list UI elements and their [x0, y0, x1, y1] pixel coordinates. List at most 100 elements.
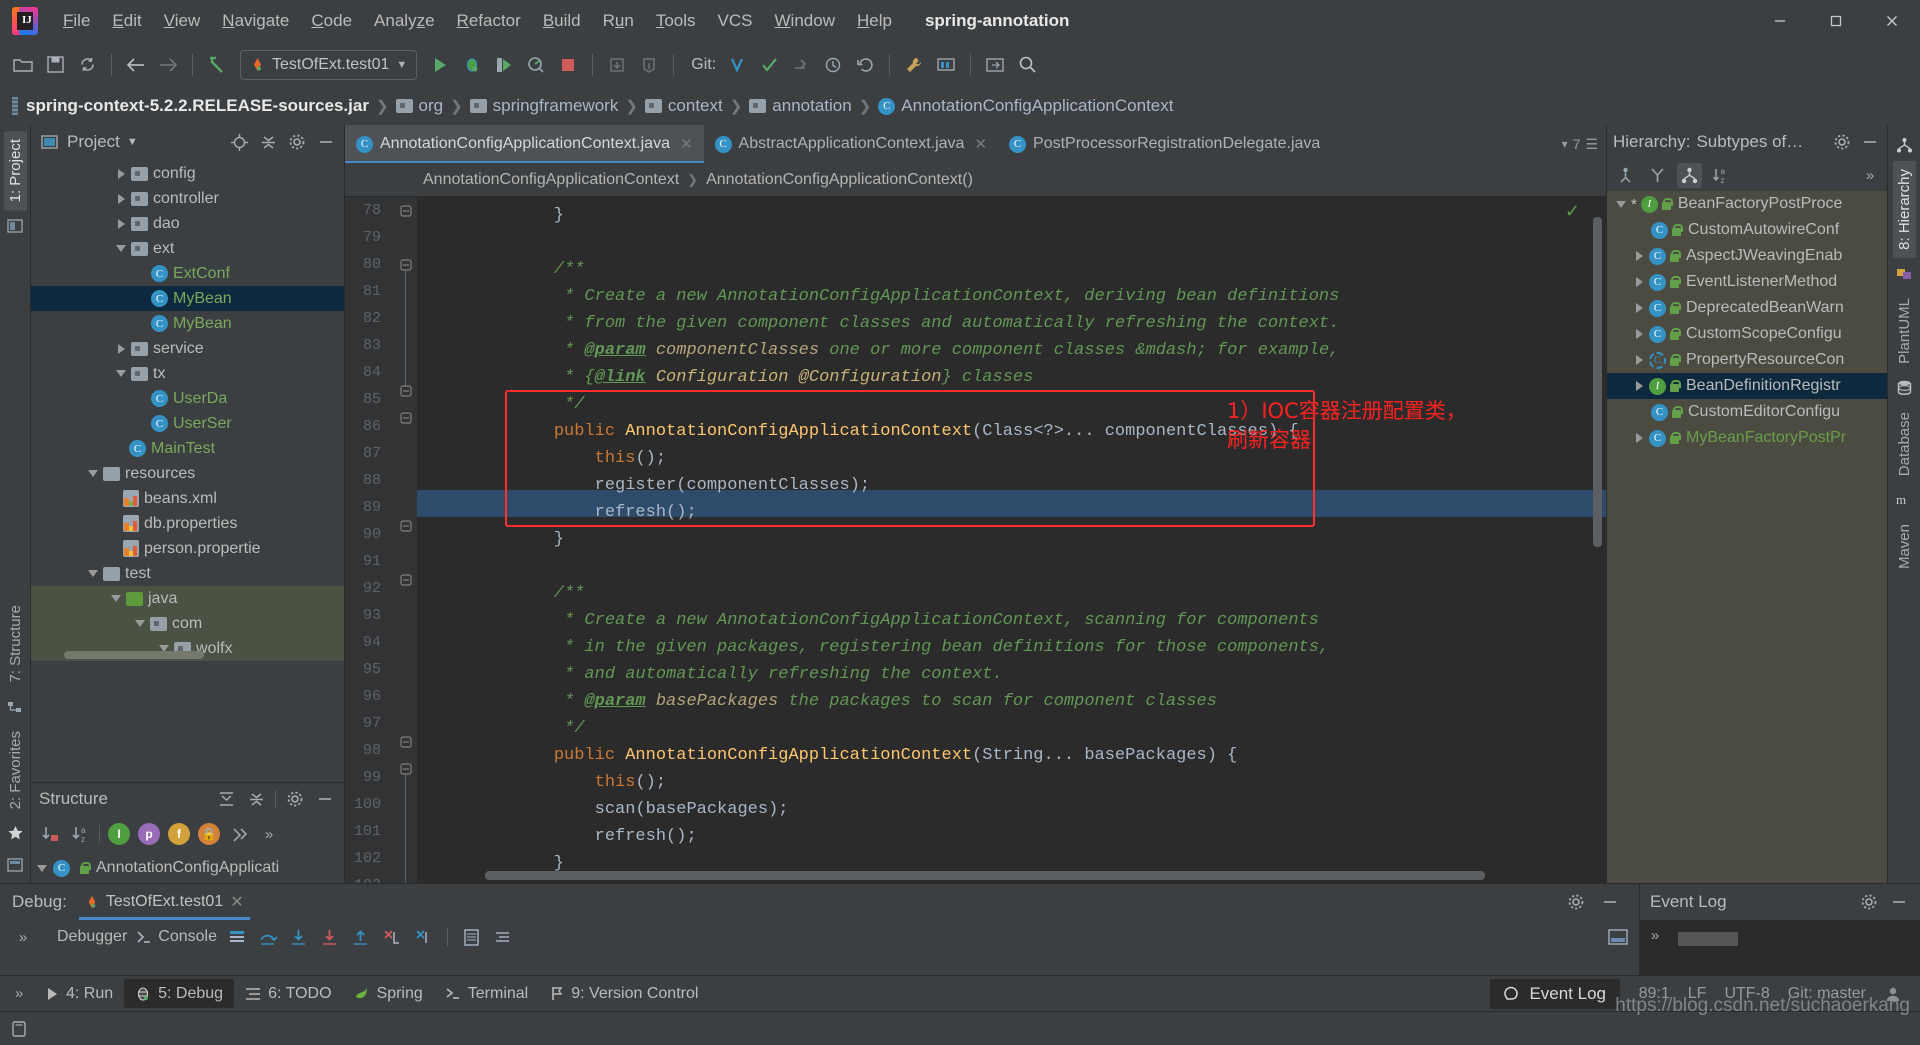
menu-code[interactable]: Code: [300, 8, 363, 34]
expand-arrow-icon[interactable]: [111, 218, 131, 229]
debug-tab-console[interactable]: Console: [136, 928, 217, 946]
evaluate-icon[interactable]: [461, 926, 483, 948]
sidebar-tab-project[interactable]: 1: Project: [3, 131, 27, 211]
menu-analyze[interactable]: Analyze: [363, 8, 446, 34]
collapse-arrow-icon[interactable]: [83, 470, 103, 477]
breadcrumb-item-context[interactable]: context: [644, 96, 723, 116]
tree-row-resources[interactable]: resources: [31, 461, 344, 486]
run-to-cursor-icon[interactable]: [412, 926, 434, 948]
breadcrumb-item-class[interactable]: C AnnotationConfigApplicationContext: [878, 96, 1173, 116]
tree-row-ext[interactable]: ext: [31, 236, 344, 261]
code-line[interactable]: [417, 553, 513, 580]
hide-icon[interactable]: [1859, 131, 1881, 153]
expand-arrow-icon[interactable]: [1629, 277, 1649, 287]
tree-row-personproperties[interactable]: person.propertie: [31, 536, 344, 561]
code-line[interactable]: }: [417, 202, 564, 229]
step-into-icon[interactable]: [288, 926, 310, 948]
code-line[interactable]: /**: [417, 256, 585, 283]
stop-icon[interactable]: [553, 50, 583, 80]
code-line[interactable]: */: [417, 715, 584, 742]
sort-by-visibility-icon[interactable]: [39, 823, 61, 845]
gear-icon[interactable]: [286, 131, 308, 153]
hierarchy-row-propertyresourceconfigurer[interactable]: C PropertyResourceCon: [1607, 347, 1887, 373]
hierarchy-tree[interactable]: * I BeanFactoryPostProce C CustomAutowir…: [1607, 191, 1887, 883]
editor-breadcrumb-method[interactable]: AnnotationConfigApplicationContext(): [706, 171, 973, 189]
gear-icon[interactable]: [1565, 891, 1587, 913]
tree-row-maintest[interactable]: C MainTest: [31, 436, 344, 461]
locate-target-icon[interactable]: [228, 131, 250, 153]
tree-row-java[interactable]: java: [31, 586, 344, 611]
code-line[interactable]: */: [417, 391, 584, 418]
code-line[interactable]: * and automatically refreshing the conte…: [417, 661, 1003, 688]
sidebar-tab-favorites[interactable]: 2: Favorites: [4, 723, 27, 817]
tool-tab-version-control[interactable]: 9: Version Control: [539, 979, 709, 1008]
tool-tab-todo[interactable]: 6: TODO: [234, 979, 342, 1008]
drop-frame-icon[interactable]: [381, 926, 403, 948]
tool-tab-debug[interactable]: 5: Debug: [124, 979, 235, 1008]
code-line[interactable]: scan(basePackages);: [417, 796, 789, 823]
code-line[interactable]: * Create a new AnnotationConfigApplicati…: [417, 607, 1319, 634]
tree-row-config[interactable]: config: [31, 161, 344, 186]
tree-row-com[interactable]: com: [31, 611, 344, 636]
breadcrumb-item-springframework[interactable]: springframework: [469, 96, 618, 116]
code-line[interactable]: * from the given component classes and a…: [417, 310, 1339, 337]
breadcrumb-item-jar[interactable]: spring-context-5.2.2.RELEASE-sources.jar: [10, 96, 369, 116]
code-line[interactable]: * Create a new AnnotationConfigApplicati…: [417, 283, 1339, 310]
structure-root-node[interactable]: C AnnotationConfigApplicati: [31, 853, 344, 883]
inspection-status-icon[interactable]: ✓: [1565, 201, 1580, 222]
gear-icon[interactable]: [1858, 891, 1880, 913]
event-log-content[interactable]: »: [1640, 920, 1920, 975]
code-line[interactable]: * {@link Configuration @Configuration} c…: [417, 364, 1033, 391]
more-icon[interactable]: »: [8, 983, 30, 1005]
breadcrumb-item-annotation[interactable]: annotation: [749, 96, 852, 116]
watches-icon[interactable]: [492, 926, 514, 948]
editor-hscrollbar[interactable]: [485, 871, 1485, 880]
collapse-arrow-icon[interactable]: [111, 245, 131, 252]
expand-arrow-icon[interactable]: [111, 193, 131, 204]
tree-row-mybean-selected[interactable]: C MyBean: [31, 286, 344, 311]
collapse-arrow-icon[interactable]: [106, 595, 126, 602]
tree-row-dao[interactable]: dao: [31, 211, 344, 236]
hierarchy-row-mybeanfactorypostprocessor[interactable]: C MyBeanFactoryPostPr: [1607, 425, 1887, 451]
editor-vscrollbar[interactable]: [1593, 217, 1602, 547]
tree-row-tx[interactable]: tx: [31, 361, 344, 386]
collapse-arrow-icon[interactable]: [37, 864, 47, 872]
code-line[interactable]: public AnnotationConfigApplicationContex…: [417, 742, 1238, 769]
open-folder-icon[interactable]: [8, 50, 38, 80]
settings-wrench-icon[interactable]: [899, 50, 929, 80]
editor-breadcrumb-class[interactable]: AnnotationConfigApplicationContext: [423, 171, 679, 189]
tree-row-beansxml[interactable]: beans.xml: [31, 486, 344, 511]
expand-all-icon[interactable]: [215, 788, 237, 810]
minimize-button[interactable]: [1752, 0, 1808, 42]
code-line[interactable]: public AnnotationConfigApplicationContex…: [417, 418, 1299, 445]
right-tab-hierarchy[interactable]: 8: Hierarchy: [1892, 161, 1916, 258]
class-hierarchy-icon[interactable]: [1677, 162, 1702, 188]
code-line[interactable]: this();: [417, 445, 666, 472]
expand-arrow-icon[interactable]: [1629, 433, 1649, 443]
sidebar-tab-structure[interactable]: 7: Structure: [4, 597, 27, 691]
more-icon[interactable]: »: [258, 823, 280, 845]
menu-refactor[interactable]: Refactor: [446, 8, 532, 34]
hierarchy-row-beandefinitionregistrypostprocessor[interactable]: I BeanDefinitionRegistr: [1607, 373, 1887, 399]
supertypes-icon[interactable]: [1613, 163, 1638, 188]
layout-icon[interactable]: [226, 926, 248, 948]
right-tab-maven[interactable]: Maven: [1893, 516, 1916, 577]
collapse-arrow-icon[interactable]: [111, 370, 131, 377]
code-line[interactable]: * @param componentClasses one or more co…: [417, 337, 1339, 364]
menu-help[interactable]: Help: [846, 8, 903, 34]
tree-row-mybean2[interactable]: C MyBean: [31, 311, 344, 336]
hierarchy-row-aspectjweavingenabler[interactable]: C AspectJWeavingEnab: [1607, 243, 1887, 269]
debug-tab-debugger[interactable]: Debugger: [57, 928, 127, 946]
menu-run[interactable]: Run: [592, 8, 645, 34]
code-line[interactable]: refresh();: [417, 499, 697, 526]
tab-postprocessorregistrationdelegate[interactable]: C PostProcessorRegistrationDelegate.java: [998, 125, 1331, 163]
menu-navigate[interactable]: Navigate: [211, 8, 300, 34]
collapse-arrow-icon[interactable]: [83, 570, 103, 577]
step-over-icon[interactable]: [257, 926, 279, 948]
code-line[interactable]: this();: [417, 769, 666, 796]
tool-tab-spring[interactable]: Spring: [343, 979, 434, 1008]
menu-tools[interactable]: Tools: [645, 8, 707, 34]
show-properties-icon[interactable]: p: [138, 823, 160, 845]
gear-icon[interactable]: [1831, 131, 1853, 153]
expand-arrow-icon[interactable]: [1629, 355, 1649, 365]
